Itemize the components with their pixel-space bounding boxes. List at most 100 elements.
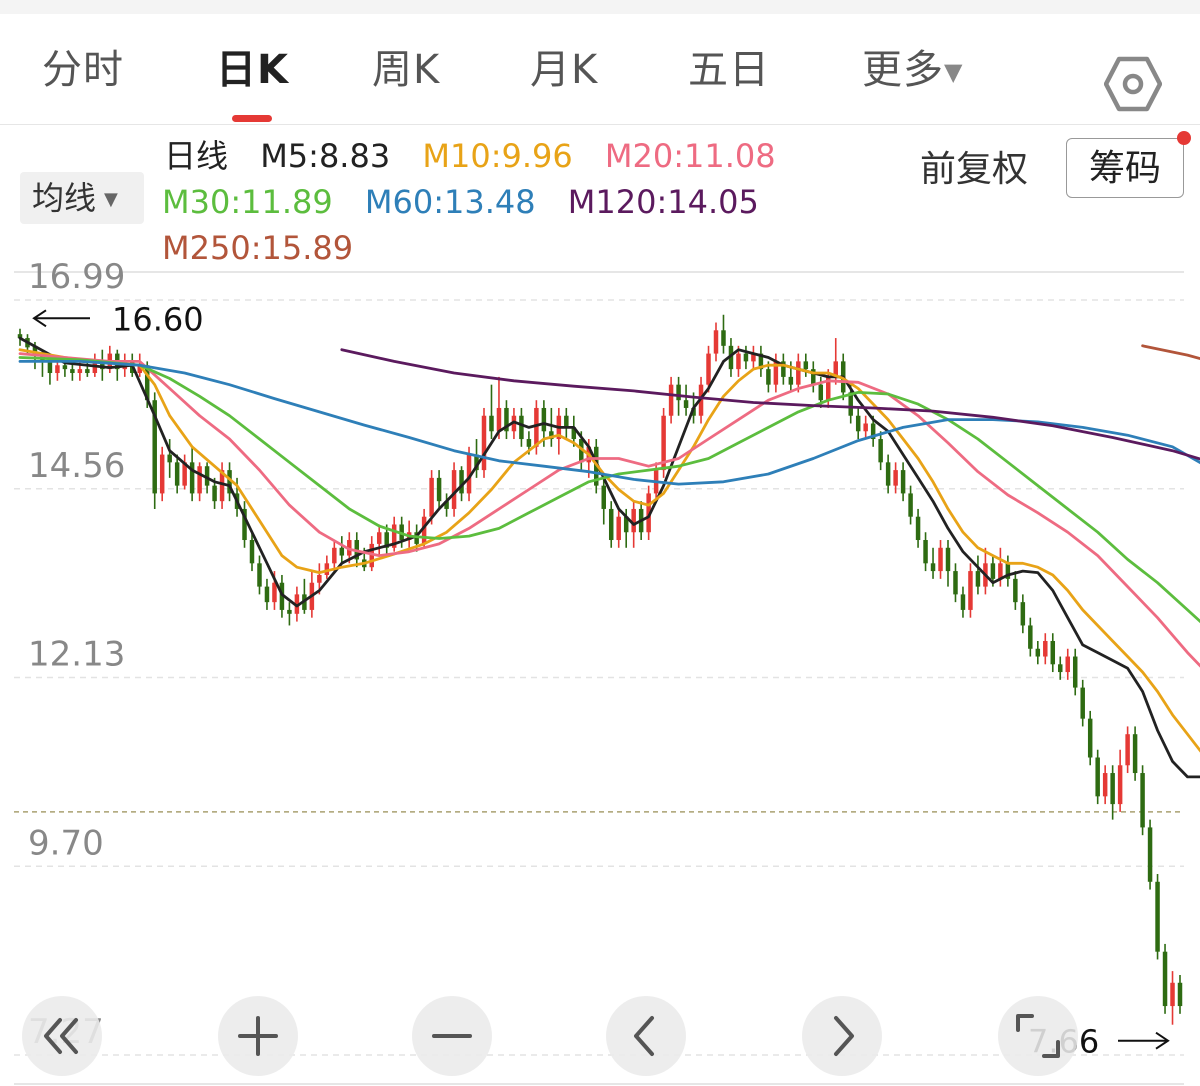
y-tick-label: 9.70 [28, 823, 104, 863]
candle [451, 462, 457, 517]
candle [339, 536, 345, 564]
next-button[interactable] [802, 996, 882, 1076]
candle-body [481, 415, 487, 471]
candle [863, 415, 868, 440]
ma-line-m60 [18, 360, 1200, 486]
candle-body [451, 470, 457, 509]
candle-body [489, 415, 494, 432]
candle-body [990, 563, 996, 579]
y-tick-label: 16.99 [28, 257, 125, 297]
candle [1095, 749, 1100, 805]
candle [938, 540, 943, 579]
minus-icon [432, 1034, 472, 1038]
candle-body [436, 477, 442, 502]
candle [945, 540, 951, 587]
candle [713, 322, 719, 362]
candle [549, 407, 554, 447]
candle-body [197, 466, 202, 494]
candle [444, 493, 449, 517]
candle [302, 578, 307, 614]
candle [1028, 617, 1033, 657]
candle [1162, 943, 1168, 1014]
candle [608, 501, 614, 548]
candle-body [429, 477, 434, 517]
candle-body [1065, 656, 1070, 673]
candle-body [1043, 640, 1048, 657]
candle [1005, 555, 1011, 587]
candle [796, 353, 801, 393]
candle-body [496, 407, 502, 432]
candle [287, 602, 292, 626]
candle [1050, 633, 1056, 673]
candle [189, 446, 195, 502]
candle-body [975, 571, 981, 587]
candle [683, 384, 689, 416]
candle [721, 314, 726, 354]
candle [519, 407, 524, 447]
candle-body [631, 508, 636, 533]
candle-body [1170, 982, 1175, 1007]
candle-body [1095, 757, 1100, 797]
candle [219, 462, 225, 509]
y-tick-label: 12.13 [28, 635, 125, 675]
plus-icon [238, 1016, 278, 1056]
candle [159, 446, 165, 502]
candle [983, 547, 988, 595]
candle [758, 345, 764, 377]
candle-body [1080, 687, 1085, 719]
candle [803, 353, 809, 377]
prev-button[interactable] [606, 996, 686, 1076]
candle-body [70, 369, 75, 374]
candle-body [317, 574, 322, 583]
candle-body [264, 586, 270, 603]
candle-body [878, 439, 883, 463]
candle [1043, 633, 1048, 665]
candle [1155, 874, 1160, 960]
candle-body [519, 415, 524, 440]
candle-body [1050, 640, 1056, 665]
candle-body [908, 493, 913, 517]
candle-body [1020, 602, 1026, 626]
candle-body [1162, 951, 1168, 1007]
candle-body [968, 571, 973, 610]
candle [811, 361, 816, 393]
candle [1035, 640, 1041, 665]
scroll-left-button[interactable] [22, 996, 102, 1076]
candle [504, 400, 509, 440]
candle-body [938, 547, 943, 572]
candle-body [1102, 773, 1108, 797]
candle [1087, 710, 1093, 766]
extreme-annotations: 16.607.66 [32, 300, 1170, 1061]
grid-layer [14, 271, 1184, 1085]
candle [1058, 656, 1063, 680]
candle [968, 563, 973, 618]
candle-body [159, 454, 165, 494]
candle-body [616, 516, 621, 541]
candle [601, 477, 606, 525]
candle-body [541, 407, 547, 432]
candle [481, 407, 487, 478]
candle-body [893, 470, 898, 486]
fullscreen-button[interactable] [998, 996, 1078, 1076]
candle-body [953, 571, 958, 595]
candlestick-chart[interactable]: 16.9914.5612.139.707.27 16.607.66 [0, 0, 1200, 1086]
candle-body [564, 415, 569, 428]
candle-body [960, 594, 966, 610]
candle [908, 485, 913, 525]
candle [564, 407, 569, 440]
y-tick-label: 14.56 [28, 446, 125, 486]
candle-body [601, 485, 606, 509]
candle-body [1058, 664, 1063, 673]
zoom-in-button[interactable] [218, 996, 298, 1076]
candle-body [900, 470, 906, 494]
candle [885, 454, 891, 494]
candle-body [174, 462, 180, 486]
zoom-out-button[interactable] [412, 996, 492, 1076]
candle-body [257, 563, 262, 587]
candle [751, 345, 756, 370]
candle [960, 586, 966, 618]
candle-body [1132, 734, 1138, 774]
candle [1170, 971, 1175, 1025]
candle-body [1147, 827, 1153, 882]
candle-body [47, 361, 53, 374]
